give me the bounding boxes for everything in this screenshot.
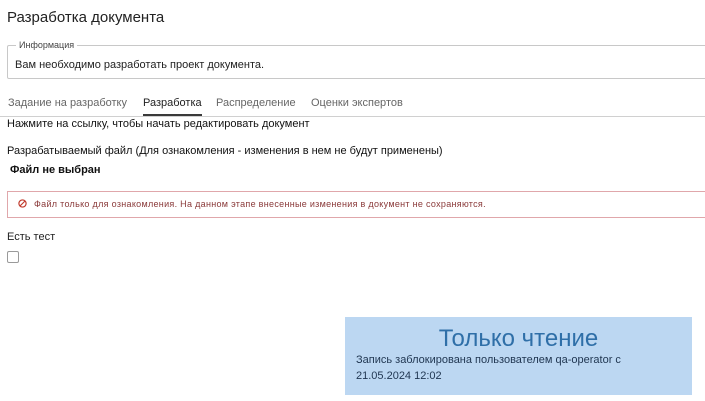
- tab-task[interactable]: Задание на разработку: [8, 97, 127, 115]
- tab-development[interactable]: Разработка: [143, 97, 202, 116]
- has-test-checkbox[interactable]: [7, 251, 19, 263]
- readonly-file-warning: Файл только для ознакомления. На данном …: [7, 191, 705, 218]
- readonly-title: Только чтение: [438, 325, 599, 352]
- warning-text: Файл только для ознакомления. На данном …: [34, 199, 486, 209]
- tab-bar: Задание на разработку Разработка Распред…: [0, 96, 705, 117]
- info-fieldset: Информация Вам необходимо разработать пр…: [7, 40, 705, 79]
- page-title: Разработка документа: [7, 9, 165, 26]
- readonly-notice: Только чтение Запись заблокирована польз…: [345, 317, 692, 395]
- edit-hint: Нажмите на ссылку, чтобы начать редактир…: [7, 118, 310, 130]
- readonly-message: Запись заблокирована пользователем qa-op…: [356, 354, 621, 382]
- has-test-label: Есть тест: [7, 231, 56, 243]
- tab-distribution[interactable]: Распределение: [216, 97, 296, 115]
- file-label: Разрабатываемый файл (Для ознакомления -…: [7, 145, 443, 157]
- tab-expert-ratings[interactable]: Оценки экспертов: [311, 97, 403, 115]
- info-text: Вам необходимо разработать проект докуме…: [15, 59, 265, 71]
- file-value: Файл не выбран: [10, 164, 101, 176]
- info-legend: Информация: [16, 40, 78, 50]
- document-page: Разработка документа Информация Вам необ…: [0, 0, 705, 401]
- forbidden-icon: [18, 199, 27, 208]
